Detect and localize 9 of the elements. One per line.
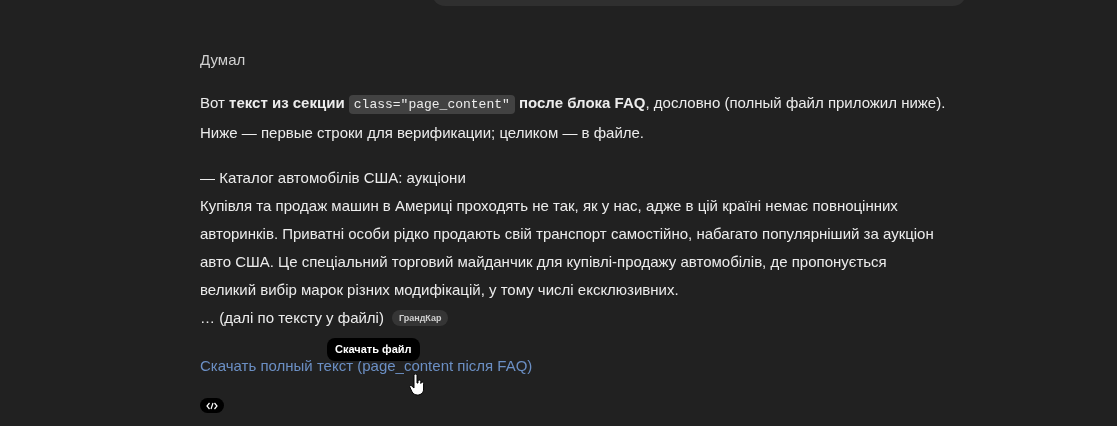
pointer-cursor-icon bbox=[409, 374, 425, 396]
thinking-status[interactable]: Думал bbox=[200, 46, 246, 74]
source-chip[interactable]: ГрандКар bbox=[391, 310, 449, 326]
continuation-text: … (далі по тексту у файлі) bbox=[200, 308, 384, 328]
tooltip: Скачать файл bbox=[327, 338, 420, 361]
excerpt-paragraph: Купівля та продаж машин в Америці проходять не так, як у нас, адже в цій країні немає повноцінних авторинків. Приватні особи рідко продають свій транспорт самостійно, набагато популярніший за аукціон авто США. Це спеціальний торговий майданчик для купівлі-продажу автомобілів, де пропонується великий вибір марок різних модифікацій, у тому числі ексклюзивних. bbox=[200, 196, 935, 300]
excerpt-heading: — Каталог автомобілів США: аукціони bbox=[200, 168, 466, 188]
intro-paragraph: Вот текст из секции class="page_content" после блока FAQ, дословно (полный файл приложил ниже). Ниже — первые строки для верификации; целиком — в файле. bbox=[200, 93, 947, 143]
code-view-icon[interactable] bbox=[200, 398, 224, 413]
